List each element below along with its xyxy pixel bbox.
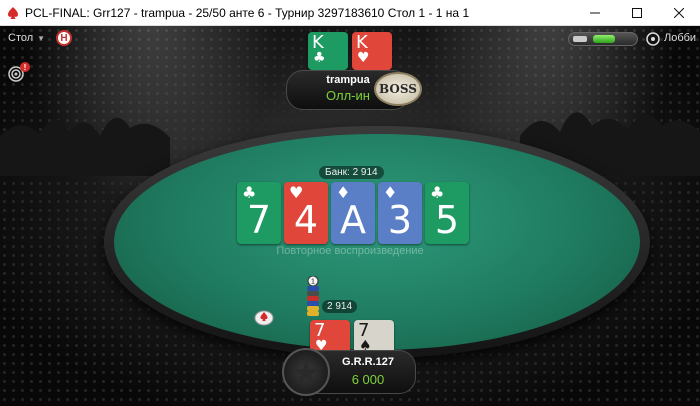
chip-marker: 1: [311, 279, 315, 286]
hotkey-badge[interactable]: H: [56, 30, 72, 46]
board-card: ♦ A: [331, 182, 375, 244]
board-card: ♣ 5: [425, 182, 469, 244]
board-card: ♣ 7: [237, 182, 281, 244]
maximize-button[interactable]: [616, 0, 658, 26]
notification-badge: !: [20, 62, 30, 72]
close-button[interactable]: [658, 0, 700, 26]
chevron-down-icon: ▼: [37, 33, 46, 43]
window-titlebar: PCL-FINAL: Grr127 - trampua - 25/50 анте…: [0, 0, 700, 26]
star-icon: [294, 360, 318, 384]
boss-badge: BOSS: [374, 72, 422, 106]
board-card: ♥ 4: [284, 182, 328, 244]
maximize-icon: [632, 8, 642, 18]
table-menu[interactable]: Стол ▼: [8, 32, 45, 44]
dealer-button-icon: [254, 310, 274, 326]
lobby-link[interactable]: Лобби: [664, 32, 696, 44]
minimize-button[interactable]: [574, 0, 616, 26]
pokerstars-logo-icon: [8, 6, 18, 19]
chip-stack-icon: 1: [307, 276, 319, 316]
opponent-hole-card: K ♣: [308, 32, 348, 70]
card-rank: 3: [387, 198, 413, 242]
card-suit: ♣: [313, 50, 326, 66]
minimize-icon: [590, 12, 600, 14]
poker-table-scene: Стол ▼ H ! Лобби Повторное воспроизведен…: [0, 26, 700, 406]
replay-label: Повторное воспроизведение: [276, 245, 424, 257]
card-rank: A: [340, 198, 366, 242]
card-rank: 5: [434, 198, 460, 242]
card-suit: ♥: [357, 50, 370, 66]
window-title: PCL-FINAL: Grr127 - trampua - 25/50 анте…: [25, 5, 470, 20]
player-avatar[interactable]: [282, 348, 330, 396]
signal-level: [593, 35, 615, 43]
plug-icon: [573, 36, 587, 42]
board-card: ♦ 3: [378, 182, 422, 244]
bet-amount: 2 914: [322, 300, 358, 313]
connection-indicator: [568, 32, 638, 46]
close-icon: [674, 8, 684, 18]
card-rank: 7: [246, 198, 272, 242]
pot-amount: Банк: 2 914: [319, 166, 384, 179]
opponent-hole-card: K ♥: [352, 32, 392, 70]
card-rank: 4: [293, 198, 319, 242]
lobby-icon[interactable]: [646, 32, 660, 46]
table-menu-label: Стол: [8, 32, 34, 44]
